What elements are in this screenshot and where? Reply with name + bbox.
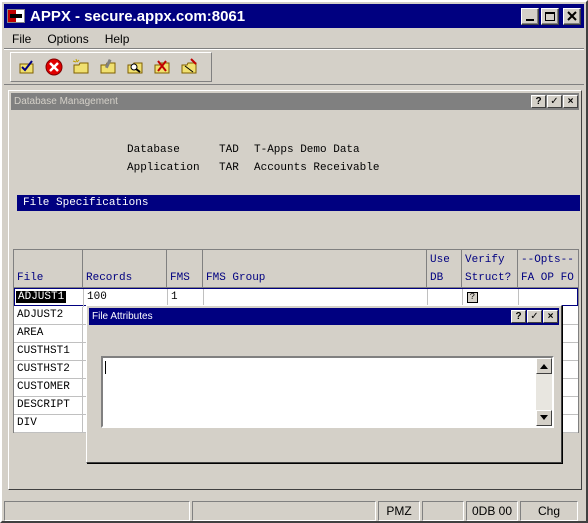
app-window: APPX - secure.appx.com:8061 File Options… <box>0 0 588 523</box>
delete-folder-icon[interactable] <box>151 56 173 78</box>
application-label: Application <box>127 162 200 174</box>
file-cell[interactable]: ADJUST2 <box>14 307 83 325</box>
title-bar[interactable]: APPX - secure.appx.com:8061 <box>4 4 584 28</box>
help-button[interactable]: ? <box>511 310 526 323</box>
ok-button[interactable]: ✓ <box>527 310 542 323</box>
file-cell[interactable]: DIV <box>14 415 83 433</box>
minimize-button[interactable] <box>521 7 539 25</box>
up-arrow-icon <box>540 364 548 369</box>
database-code: TAD <box>219 144 239 156</box>
help-button[interactable]: ? <box>531 95 546 108</box>
close-button[interactable]: × <box>543 310 558 323</box>
application-name: Accounts Receivable <box>254 162 380 174</box>
database-management-titlebar[interactable]: Database Management ? ✓ × <box>11 93 579 110</box>
col-opts-header: --Opts-- FA OP FO <box>518 250 578 288</box>
file-cell[interactable]: DESCRIPT <box>14 397 83 415</box>
vertical-scrollbar[interactable] <box>536 358 552 426</box>
menu-help[interactable]: Help <box>97 32 138 46</box>
status-panel-2 <box>192 501 376 521</box>
clear-folder-icon[interactable] <box>178 56 200 78</box>
grid-header: File Records FMS FMS Group Use DB Verify S… <box>14 250 578 288</box>
window-title: APPX - secure.appx.com:8061 <box>30 7 246 25</box>
verify-struct-checkbox[interactable]: ? <box>467 292 478 303</box>
status-panel-0db: 0DB 00 <box>466 501 518 521</box>
status-panel-1 <box>4 501 190 521</box>
file-cell[interactable]: CUSTHST1 <box>14 343 83 361</box>
close-button[interactable] <box>563 7 581 25</box>
text-cursor <box>105 361 106 374</box>
table-row[interactable]: ADJUST1 100 1 ? <box>14 288 578 307</box>
file-attributes-textarea[interactable] <box>101 356 554 428</box>
application-code: TAR <box>219 162 239 174</box>
appx-logo-icon <box>7 9 25 23</box>
scroll-down-button[interactable] <box>536 410 552 426</box>
maximize-button[interactable] <box>541 7 559 25</box>
menu-options[interactable]: Options <box>39 32 96 46</box>
database-name: T-Apps Demo Data <box>254 144 360 156</box>
ok-button[interactable]: ✓ <box>547 95 562 108</box>
col-records-header: Records <box>83 250 167 288</box>
toolbar <box>10 52 212 82</box>
file-attributes-title: File Attributes <box>92 311 153 322</box>
cancel-icon[interactable] <box>43 56 65 78</box>
scroll-up-button[interactable] <box>536 358 552 374</box>
col-fms-header: FMS <box>167 250 203 288</box>
edit-folder-icon[interactable] <box>97 56 119 78</box>
menu-bar: File Options Help <box>4 29 584 48</box>
status-panel-pmz: PMZ <box>378 501 420 521</box>
down-arrow-icon <box>540 415 548 420</box>
file-specifications-header: File Specifications <box>17 195 580 211</box>
menu-file[interactable]: File <box>4 32 39 46</box>
file-attributes-dialog: File Attributes ? ✓ × <box>86 305 562 463</box>
new-folder-icon[interactable] <box>70 56 92 78</box>
close-button[interactable]: × <box>563 95 578 108</box>
search-folder-icon[interactable] <box>124 56 146 78</box>
status-panel-chg: Chg <box>520 501 578 521</box>
database-label: Database <box>127 144 180 156</box>
file-cell[interactable]: CUSTOMER <box>14 379 83 397</box>
check-folder-icon[interactable] <box>16 56 38 78</box>
toolbar-separator <box>4 48 584 50</box>
file-attributes-titlebar[interactable]: File Attributes ? ✓ × <box>89 308 559 325</box>
close-icon <box>567 11 577 21</box>
col-file-header: File <box>14 250 83 288</box>
file-cell[interactable]: CUSTHST2 <box>14 361 83 379</box>
file-cell[interactable]: AREA <box>14 325 83 343</box>
col-use-db-header: Use DB <box>427 250 462 288</box>
database-management-title: Database Management <box>14 96 118 107</box>
col-verify-header: Verify Struct? <box>462 250 518 288</box>
file-cell[interactable]: ADJUST1 <box>15 289 84 307</box>
status-panel-4 <box>422 501 464 521</box>
col-fms-group-header: FMS Group <box>203 250 427 288</box>
status-bar: PMZ 0DB 00 Chg <box>4 501 584 521</box>
